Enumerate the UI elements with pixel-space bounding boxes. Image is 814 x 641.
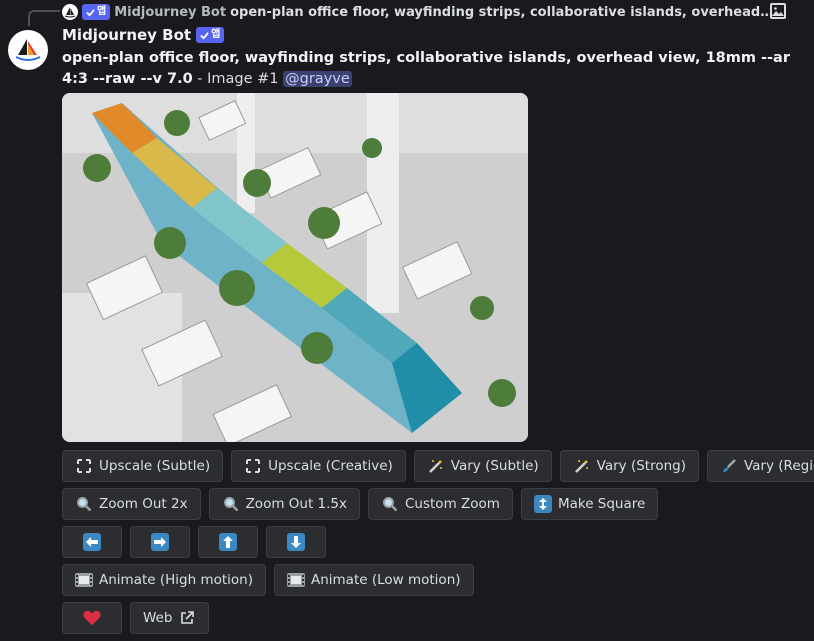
custom-zoom-button[interactable]: Custom Zoom bbox=[368, 488, 513, 520]
magic-wand-icon bbox=[427, 457, 445, 475]
reply-text[interactable]: open-plan office floor, wayfinding strip… bbox=[230, 5, 774, 20]
magnifier-icon bbox=[75, 495, 93, 513]
favorite-button[interactable] bbox=[62, 602, 122, 634]
reply-app-badge: 앱 bbox=[82, 4, 111, 20]
zoom-out-1.5x-button[interactable]: Zoom Out 1.5x bbox=[208, 488, 360, 520]
midjourney-avatar[interactable] bbox=[8, 30, 48, 70]
up-down-arrow-icon bbox=[533, 495, 552, 513]
check-icon bbox=[86, 8, 95, 17]
vary-region-button[interactable]: Vary (Region) bbox=[706, 450, 814, 482]
paintbrush-icon bbox=[720, 457, 738, 475]
pan-right-button[interactable] bbox=[130, 526, 190, 558]
pan-left-button[interactable] bbox=[62, 526, 122, 558]
vary-strong-button[interactable]: Vary (Strong) bbox=[559, 450, 699, 482]
pan-down-button[interactable] bbox=[266, 526, 326, 558]
app-badge: 앱 bbox=[196, 27, 225, 43]
arrow-right-icon bbox=[151, 533, 169, 551]
magnifier-icon bbox=[222, 495, 240, 513]
heart-icon bbox=[83, 609, 101, 627]
zoom-out-2x-button[interactable]: Zoom Out 2x bbox=[62, 488, 201, 520]
vary-subtle-button[interactable]: Vary (Subtle) bbox=[413, 450, 552, 482]
image-index: - Image #1 bbox=[192, 71, 284, 87]
make-square-button[interactable]: Make Square bbox=[520, 488, 659, 520]
image-icon bbox=[770, 3, 786, 19]
reply-reference[interactable]: 앱 Midjourney Bot open-plan office floor,… bbox=[62, 2, 774, 22]
pan-up-button[interactable] bbox=[198, 526, 258, 558]
expand-icon bbox=[244, 457, 262, 475]
magnifier-icon bbox=[381, 495, 399, 513]
upscale-subtle-button[interactable]: Upscale (Subtle) bbox=[62, 450, 224, 482]
user-mention[interactable]: @grayve bbox=[283, 71, 352, 87]
pan-row bbox=[62, 526, 326, 558]
bot-username[interactable]: Midjourney Bot bbox=[62, 26, 191, 44]
animate-high-motion-button[interactable]: Animate (High motion) bbox=[62, 564, 266, 596]
magic-wand-icon bbox=[573, 457, 591, 475]
check-icon bbox=[200, 31, 209, 40]
generated-office-image[interactable] bbox=[62, 93, 528, 442]
expand-icon bbox=[75, 457, 93, 475]
action-row-2: Zoom Out 2x Zoom Out 1.5x Custom Zoom Ma… bbox=[62, 488, 659, 520]
reply-avatar bbox=[62, 4, 78, 20]
arrow-down-icon bbox=[287, 533, 305, 551]
arrow-up-icon bbox=[219, 533, 237, 551]
animate-row: Animate (High motion) Animate (Low motio… bbox=[62, 564, 474, 596]
message-content: open-plan office floor, wayfinding strip… bbox=[62, 48, 792, 90]
action-row-1: Upscale (Subtle) Upscale (Creative) Vary… bbox=[62, 450, 814, 482]
film-icon bbox=[286, 571, 305, 589]
reply-connector bbox=[28, 10, 60, 26]
message-header: Midjourney Bot 앱 bbox=[62, 26, 225, 44]
upscale-creative-button[interactable]: Upscale (Creative) bbox=[231, 450, 406, 482]
external-link-icon bbox=[178, 609, 196, 627]
footer-row: Web bbox=[62, 602, 210, 634]
reply-author[interactable]: Midjourney Bot bbox=[114, 5, 226, 20]
arrow-left-icon bbox=[83, 533, 101, 551]
prompt-text: open-plan office floor, wayfinding strip… bbox=[62, 50, 790, 87]
web-link-button[interactable]: Web bbox=[130, 602, 210, 634]
animate-low-motion-button[interactable]: Animate (Low motion) bbox=[273, 564, 474, 596]
film-icon bbox=[75, 571, 93, 589]
